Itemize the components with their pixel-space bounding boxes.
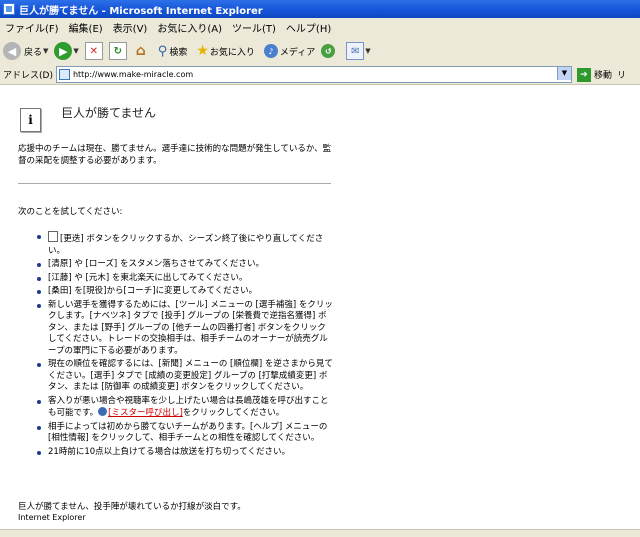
menu-edit[interactable]: 編集(E) bbox=[64, 20, 108, 35]
back-button[interactable]: ◀ 戻る ▼ bbox=[3, 42, 48, 60]
list-item: [更迭] ボタンをクリックするか、シーズン終了後にやり直してください。 bbox=[36, 231, 334, 257]
tip-text: 新しい選手を獲得するためには、[ツール] メニューの [選手補強] をクリックし… bbox=[48, 299, 333, 356]
tip-text: [江藤] や [元木] を東北楽天に出してみてください。 bbox=[48, 272, 248, 283]
refresh-icon: ↻ bbox=[108, 42, 127, 60]
list-item: [清原] や [ローズ] をスタメン落ちさせてみてください。 bbox=[36, 259, 334, 271]
links-button[interactable]: リ bbox=[617, 68, 626, 81]
footer-app-name: Internet Explorer bbox=[18, 513, 86, 522]
menu-help[interactable]: ヘルプ(H) bbox=[281, 20, 336, 35]
stop-icon: ✕ bbox=[84, 42, 103, 60]
window-title: 巨人が勝てません - Microsoft Internet Explorer bbox=[19, 5, 263, 17]
chevron-down-icon[interactable]: ▼ bbox=[43, 47, 48, 55]
address-input[interactable]: http://www.make-miracle.com ▼ bbox=[55, 66, 572, 83]
menu-bar: ファイル(F) 編集(E) 表示(V) お気に入り(A) ツール(T) ヘルプ(… bbox=[0, 18, 640, 38]
list-item: [桑田] を[現役]から[コーチ]に変更してみてください。 bbox=[36, 286, 334, 298]
list-item: 客入りが悪い場合や視聴率を少し上げたい場合は長嶋茂雄を呼び出すことも可能です。[… bbox=[36, 396, 334, 420]
home-button[interactable]: ⌂ bbox=[133, 43, 149, 59]
history-button[interactable]: ↺ bbox=[321, 44, 336, 58]
refresh-button[interactable]: ↻ bbox=[108, 42, 127, 60]
tip-text-suffix: をクリックしてください。 bbox=[182, 408, 285, 418]
home-icon: ⌂ bbox=[135, 43, 146, 59]
tips-list: [更迭] ボタンをクリックするか、シーズン終了後にやり直してください。 [清原]… bbox=[36, 231, 334, 460]
search-label: 検索 bbox=[169, 47, 188, 58]
ie-app-icon[interactable] bbox=[3, 3, 15, 15]
forward-arrow-icon: ▶ bbox=[54, 42, 73, 60]
list-item: 現在の順位を確認するには、[新聞] メニューの [順位欄] を逆さまから見てくだ… bbox=[36, 359, 334, 394]
standard-toolbar: ◀ 戻る ▼ ▶ ▼ ✕ ↻ ⌂ ⚲ 検索 ★ お気に入り ♪ メディア ↺ ✉… bbox=[0, 37, 640, 66]
list-item: 相手によっては初めから勝てないチームがあります。[ヘルプ] メニューの [相性情… bbox=[36, 422, 334, 445]
intro-text: 応援中のチームは現在、勝てません。選手達に技術的な問題が発生しているか、監督の采… bbox=[18, 144, 332, 166]
list-item: 21時前に10点以上負けてる場合は放送を打ち切ってください。 bbox=[36, 447, 334, 459]
list-item: [江藤] や [元木] を東北楽天に出してみてください。 bbox=[36, 273, 334, 285]
tip-text: [桑田] を[現役]から[コーチ]に変更してみてください。 bbox=[48, 286, 258, 296]
media-label: メディア bbox=[279, 47, 316, 58]
favorites-button[interactable]: ★ お気に入り bbox=[196, 43, 255, 59]
menu-file[interactable]: ファイル(F) bbox=[0, 20, 64, 35]
page-icon bbox=[58, 69, 70, 80]
menu-favorites[interactable]: お気に入り(A) bbox=[152, 20, 227, 35]
tip-text: [更迭] ボタンをクリックするか、シーズン終了後にやり直してください。 bbox=[48, 234, 324, 256]
back-arrow-icon: ◀ bbox=[3, 42, 21, 60]
page-title: 巨人が勝てません bbox=[61, 106, 157, 120]
menu-tools[interactable]: ツール(T) bbox=[227, 20, 281, 35]
mail-icon: ✉ bbox=[346, 42, 365, 60]
search-button[interactable]: ⚲ 検索 bbox=[158, 44, 188, 59]
address-label: アドレス(D) bbox=[3, 71, 53, 81]
go-arrow-icon: ➔ bbox=[576, 67, 591, 82]
address-bar: アドレス(D) http://www.make-miracle.com ▼ ➔ … bbox=[0, 65, 640, 85]
info-icon: i bbox=[20, 108, 41, 132]
mister-icon bbox=[98, 407, 108, 416]
go-button[interactable]: ➔ 移動 bbox=[576, 67, 612, 82]
mail-button[interactable]: ✉ ▼ bbox=[346, 42, 371, 60]
menu-view[interactable]: 表示(V) bbox=[108, 20, 153, 35]
go-label: 移動 bbox=[593, 71, 612, 81]
tip-text: 現在の順位を確認するには、[新聞] メニューの [順位欄] を逆さまから見てくだ… bbox=[48, 359, 333, 392]
tip-text: 相手によっては初めから勝てないチームがあります。[ヘルプ] メニューの [相性情… bbox=[48, 421, 328, 444]
chevron-down-icon[interactable]: ▼ bbox=[73, 47, 78, 55]
page-content: i 巨人が勝てません 応援中のチームは現在、勝てません。選手達に技術的な問題が発… bbox=[0, 85, 640, 529]
tip-text: [清原] や [ローズ] をスタメン落ちさせてみてください。 bbox=[48, 259, 264, 269]
error-summary: 巨人が勝てません、投手陣が壊れているか打線が淡白です。 bbox=[18, 502, 246, 512]
address-url[interactable]: http://www.make-miracle.com bbox=[73, 70, 193, 79]
back-label: 戻る bbox=[24, 47, 43, 58]
media-icon: ♪ bbox=[263, 44, 278, 58]
chevron-down-icon[interactable]: ▼ bbox=[365, 47, 370, 55]
divider bbox=[18, 183, 331, 184]
search-icon: ⚲ bbox=[157, 43, 168, 59]
refresh-page-icon bbox=[48, 231, 58, 242]
tip-text: 21時前に10点以上負けてる場合は放送を打ち切ってください。 bbox=[48, 446, 290, 457]
mister-link[interactable]: [ミスター呼び出し] bbox=[108, 408, 183, 418]
media-button[interactable]: ♪ メディア bbox=[263, 44, 316, 58]
try-heading: 次のことを試してください: bbox=[18, 207, 123, 217]
history-icon: ↺ bbox=[321, 44, 336, 58]
forward-button[interactable]: ▶ ▼ bbox=[54, 42, 79, 60]
chevron-down-icon[interactable]: ▼ bbox=[556, 67, 571, 80]
favorites-label: お気に入り bbox=[209, 47, 255, 58]
star-icon: ★ bbox=[196, 43, 209, 59]
list-item: 新しい選手を獲得するためには、[ツール] メニューの [選手補強] をクリックし… bbox=[36, 300, 334, 358]
title-bar: 巨人が勝てません - Microsoft Internet Explorer bbox=[0, 0, 640, 18]
stop-button[interactable]: ✕ bbox=[84, 42, 103, 60]
